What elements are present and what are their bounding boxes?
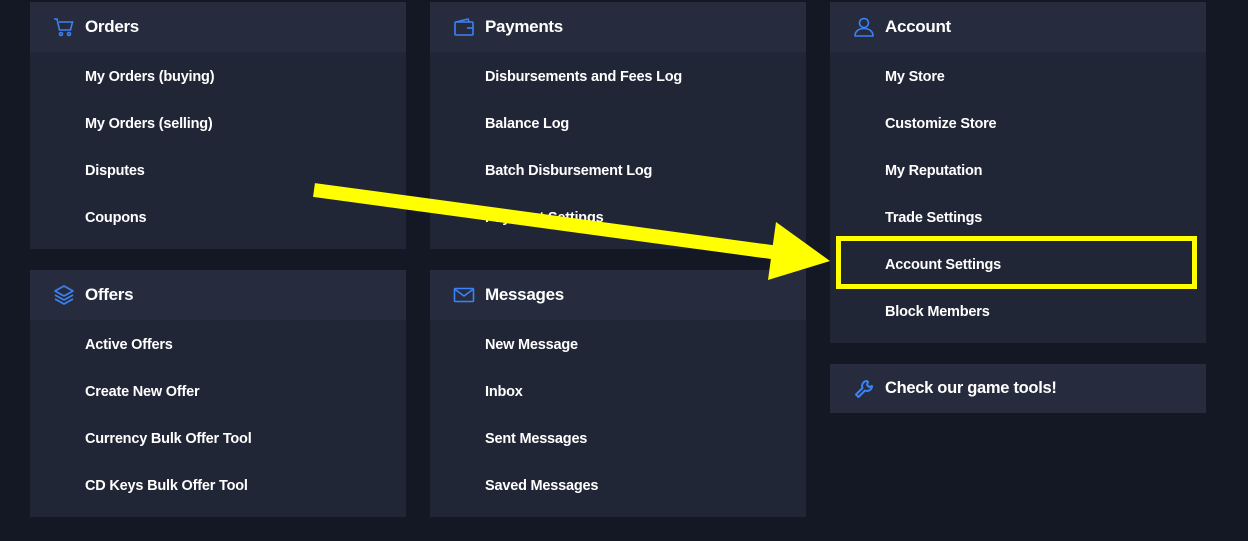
highlight-box [836,236,1197,289]
